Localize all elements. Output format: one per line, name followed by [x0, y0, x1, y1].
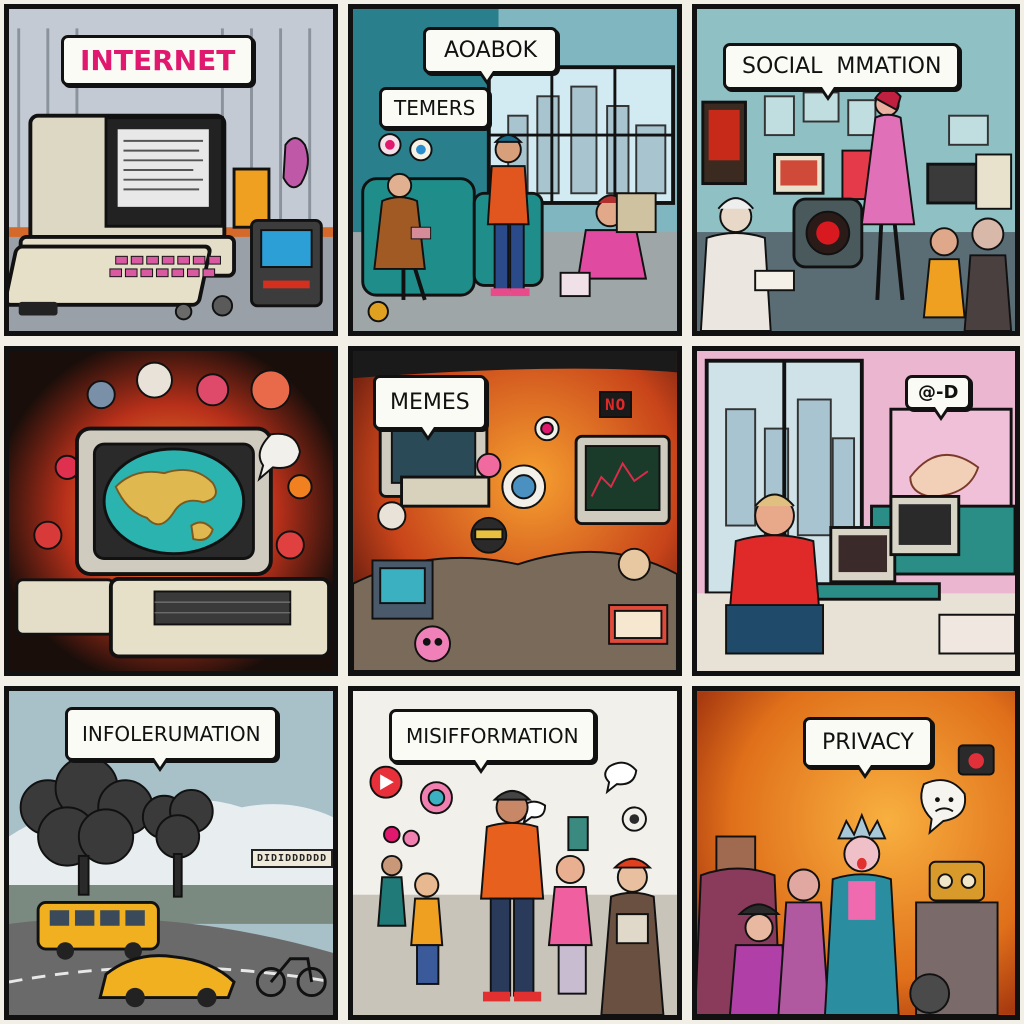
walking-person-figure	[377, 854, 407, 927]
comic-grid: INTERNET AOABOK TEMERS SOCIAL MMATION ME…	[0, 0, 1024, 1024]
camera-icon	[957, 744, 995, 776]
globe-icon	[102, 447, 246, 556]
caption-bubble-misinformation: MISIFFORMATION	[389, 709, 596, 774]
caption-bubble-social: SOCIAL MMATION	[723, 43, 961, 101]
handheld-computer-icon	[250, 218, 323, 308]
computer-icon	[9, 113, 236, 307]
television-icon	[792, 197, 864, 269]
caption-bubble-internet: INTERNET	[61, 35, 255, 86]
panel-memes: MEMES NO	[348, 346, 682, 676]
no-sign: NO	[599, 391, 633, 418]
caption-bubble-temers: TEMERS	[379, 87, 491, 129]
panel-infolerumation: INFOLERUMATION DIDIDDDDDD	[4, 686, 338, 1020]
caption-bubble-aoabok: AOABOK	[423, 27, 559, 85]
globe-computer-scene	[9, 351, 333, 671]
monitor-icon	[574, 434, 671, 526]
panel-misinformation: MISIFFORMATION	[348, 686, 682, 1020]
caption-bubble-privacy: PRIVACY	[803, 717, 933, 779]
caption-bubble-memes: MEMES	[373, 375, 487, 441]
play-icon	[369, 765, 403, 799]
panel-globe-computer	[4, 346, 338, 676]
caption-bubble-symbols: @-D	[905, 375, 972, 421]
caption-bubble-infolerumation: INFOLERUMATION	[65, 707, 278, 772]
panel-privacy: PRIVACY	[692, 686, 1020, 1020]
road-sign: DIDIDDDDDD	[251, 849, 333, 868]
panel-work-room: @-D	[692, 346, 1020, 676]
panel-family-room: AOABOK TEMERS	[348, 4, 682, 336]
panel-internet: INTERNET	[4, 4, 338, 336]
panel-social-media: SOCIAL MMATION	[692, 4, 1020, 336]
